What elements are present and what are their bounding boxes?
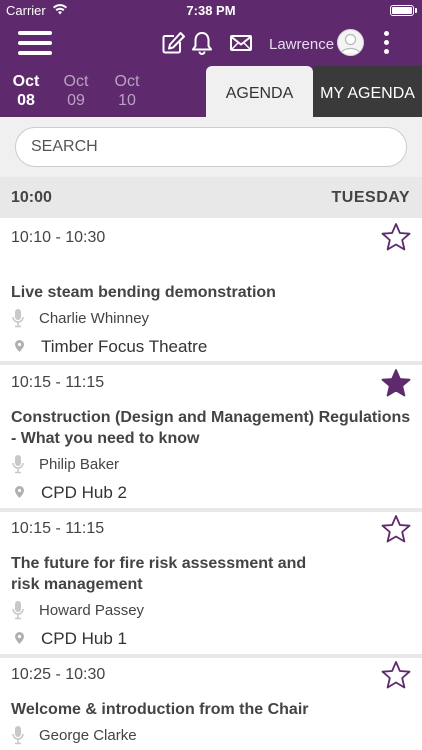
star-outline-icon[interactable]	[380, 222, 412, 253]
session-card[interactable]: 10:15 - 11:15 Construction (Design and M…	[0, 365, 422, 508]
more-vertical-icon[interactable]	[378, 29, 394, 57]
day-header: 10:00 TUESDAY	[0, 177, 422, 218]
session-time: 10:25 - 10:30	[11, 666, 106, 683]
session-location: CPD Hub 2	[41, 483, 127, 502]
session-title: Live steam bending demonstration	[11, 284, 276, 301]
date-bar: Oct 08 Oct 09 Oct 10 AGENDA MY AGENDA	[0, 66, 422, 117]
location-pin-icon	[15, 632, 24, 644]
status-time: 7:38 PM	[186, 3, 236, 18]
bell-icon[interactable]	[189, 30, 215, 56]
section-time: 10:00	[11, 189, 52, 206]
star-filled-icon[interactable]	[380, 368, 412, 399]
section-day: TUESDAY	[331, 189, 410, 206]
session-speaker: George Clarke	[39, 727, 137, 744]
session-time: 10:15 - 11:15	[11, 374, 105, 391]
menu-icon[interactable]	[18, 28, 52, 58]
battery-tip	[415, 8, 417, 13]
session-card[interactable]: 10:15 - 11:15 The future for fire risk a…	[0, 512, 422, 654]
search-area	[0, 117, 422, 177]
session-speaker: Charlie Whinney	[39, 310, 150, 327]
session-time: 10:15 - 11:15	[11, 520, 105, 537]
search-input[interactable]	[15, 127, 407, 167]
user-name[interactable]: Lawrence	[269, 36, 334, 53]
tab-agenda[interactable]: AGENDA	[206, 66, 313, 117]
avatar-icon[interactable]	[337, 29, 364, 56]
session-card[interactable]: 10:10 - 10:30 Live steam bending demonst…	[0, 218, 422, 361]
session-speaker: Philip Baker	[39, 456, 120, 473]
session-time: 10:10 - 10:30	[11, 229, 106, 246]
date-month: Oct	[63, 73, 89, 90]
date-month: Oct	[12, 73, 40, 90]
session-speaker: Howard Passey	[39, 602, 145, 619]
date-month: Oct	[114, 73, 140, 90]
date-day: 09	[67, 92, 85, 109]
session-title: The future for fire risk assessment and …	[11, 555, 307, 593]
microphone-icon	[12, 726, 24, 745]
battery-icon	[390, 5, 414, 16]
status-bar: Carrier 7:38 PM	[0, 0, 422, 22]
location-pin-icon	[15, 340, 24, 352]
date-tab-oct-10[interactable]: Oct 10	[110, 72, 144, 110]
date-day: 08	[17, 92, 35, 109]
date-day: 10	[118, 92, 136, 109]
edit-icon[interactable]	[160, 30, 186, 56]
location-pin-icon	[15, 486, 24, 498]
mail-icon[interactable]	[228, 30, 254, 56]
top-bar: Lawrence	[0, 22, 422, 66]
session-title: Construction (Design and Management) Reg…	[11, 409, 411, 447]
session-card[interactable]: 10:25 - 10:30 Welcome & introduction fro…	[0, 658, 422, 750]
session-location: CPD Hub 1	[41, 629, 127, 648]
microphone-icon	[12, 455, 24, 474]
session-location: Timber Focus Theatre	[41, 337, 208, 356]
date-tab-oct-08[interactable]: Oct 08	[9, 72, 43, 110]
star-outline-icon[interactable]	[380, 660, 412, 691]
session-title: Welcome & introduction from the Chair	[11, 701, 309, 718]
date-tab-oct-09[interactable]: Oct 09	[59, 72, 93, 110]
microphone-icon	[12, 601, 24, 620]
tab-my-agenda[interactable]: MY AGENDA	[313, 66, 422, 117]
microphone-icon	[12, 309, 24, 328]
star-outline-icon[interactable]	[380, 514, 412, 545]
